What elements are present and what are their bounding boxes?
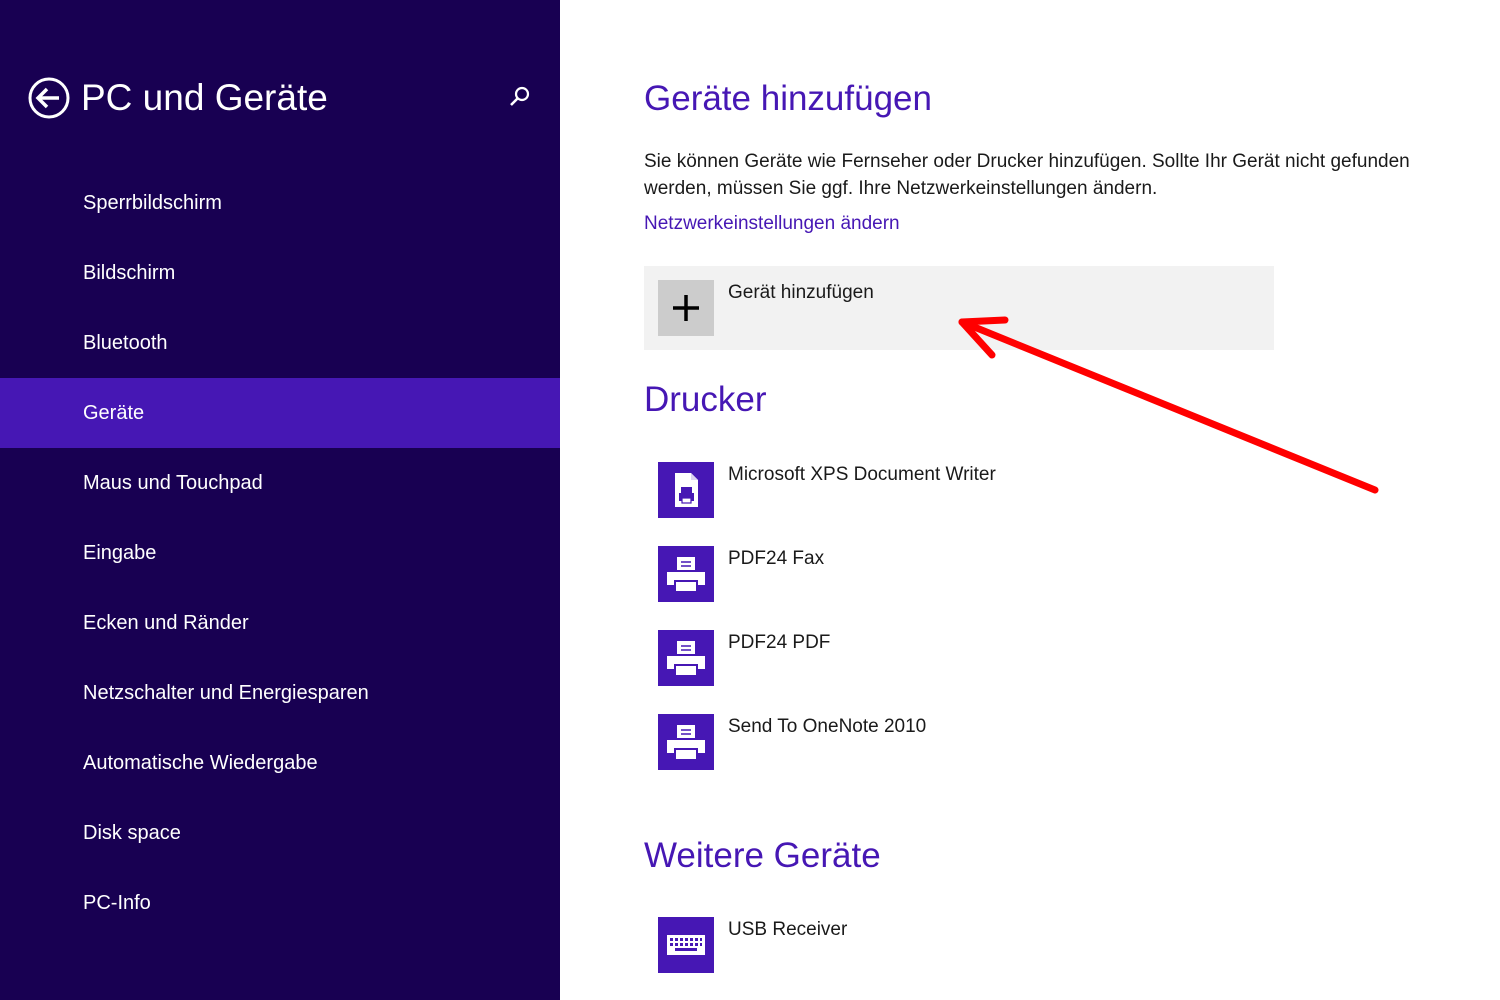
sidebar-item-bluetooth[interactable]: Bluetooth <box>0 308 560 378</box>
sidebar-item-maus-und-touchpad[interactable]: Maus und Touchpad <box>0 448 560 518</box>
section-heading-add-devices: Geräte hinzufügen <box>644 79 932 118</box>
device-item[interactable]: USB Receiver <box>658 917 1278 973</box>
plus-icon <box>658 280 714 336</box>
sidebar-item-sperrbildschirm[interactable]: Sperrbildschirm <box>0 168 560 238</box>
sidebar-item-ecken-und-raender[interactable]: Ecken und Ränder <box>0 588 560 658</box>
search-icon[interactable] <box>506 84 534 112</box>
section-heading-printers: Drucker <box>644 380 767 419</box>
sidebar-item-automatische-wiedergabe[interactable]: Automatische Wiedergabe <box>0 728 560 798</box>
add-device-button[interactable]: Gerät hinzufügen <box>644 266 1274 350</box>
printer-icon <box>658 546 714 602</box>
sidebar-item-netzschalter[interactable]: Netzschalter und Energiesparen <box>0 658 560 728</box>
sidebar-item-bildschirm[interactable]: Bildschirm <box>0 238 560 308</box>
printer-icon <box>658 630 714 686</box>
sidebar-item-geraete[interactable]: Geräte <box>0 378 560 448</box>
sidebar-item-pc-info[interactable]: PC-Info <box>0 868 560 938</box>
printer-label: Microsoft XPS Document Writer <box>728 464 996 485</box>
back-arrow-icon[interactable] <box>28 77 70 119</box>
main-content: Geräte hinzufügen Sie können Geräte wie … <box>560 0 1500 1000</box>
printer-label: Send To OneNote 2010 <box>728 716 927 737</box>
sidebar-nav: Sperrbildschirm Bildschirm Bluetooth Ger… <box>0 168 560 938</box>
printer-item[interactable]: Send To OneNote 2010 <box>658 714 1278 770</box>
keyboard-icon <box>658 917 714 973</box>
sidebar-item-disk-space[interactable]: Disk space <box>0 798 560 868</box>
add-devices-description: Sie können Geräte wie Fernseher oder Dru… <box>644 151 1410 199</box>
sidebar: PC und Geräte Sperrbildschirm Bildschirm… <box>0 0 560 1000</box>
printer-item[interactable]: PDF24 Fax <box>658 546 1278 602</box>
add-device-label: Gerät hinzufügen <box>728 282 874 303</box>
network-settings-link[interactable]: Netzwerkeinstellungen ändern <box>644 211 900 237</box>
device-label: USB Receiver <box>728 919 848 940</box>
printer-label: PDF24 Fax <box>728 548 825 569</box>
section-heading-other-devices: Weitere Geräte <box>644 836 881 875</box>
sidebar-item-eingabe[interactable]: Eingabe <box>0 518 560 588</box>
printer-icon <box>658 714 714 770</box>
page-title: PC und Geräte <box>81 77 328 118</box>
printer-item[interactable]: PDF24 PDF <box>658 630 1278 686</box>
document-printer-icon <box>658 462 714 518</box>
printer-label: PDF24 PDF <box>728 632 831 653</box>
printer-item[interactable]: Microsoft XPS Document Writer <box>658 462 1278 518</box>
